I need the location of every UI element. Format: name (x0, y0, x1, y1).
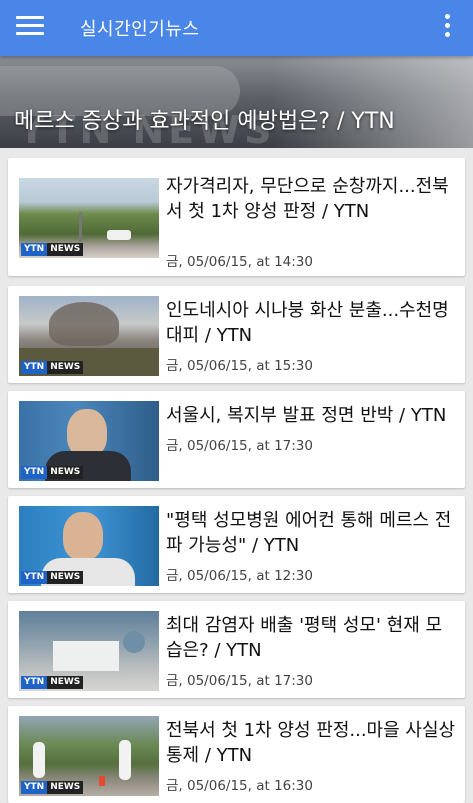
news-thumbnail: YTN NEWS (19, 611, 159, 691)
ytn-news-logo: YTN NEWS (21, 571, 84, 584)
news-thumbnail: YTN NEWS (19, 178, 159, 258)
news-meta: 금, 05/06/15, at 12:30 (166, 568, 313, 584)
more-vert-icon[interactable] (441, 12, 453, 40)
ytn-news-logo: YTN NEWS (21, 466, 84, 479)
news-meta: 금, 05/06/15, at 17:30 (166, 438, 313, 454)
news-thumbnail: YTN NEWS (19, 401, 159, 481)
news-thumbnail: YTN NEWS (19, 716, 159, 796)
news-card[interactable]: YTN NEWS "평택 성모병원 에어컨 통해 메르스 전파 가능성" / YT… (8, 496, 465, 593)
news-card[interactable]: YTN NEWS 최대 감염자 배출 '평택 성모' 현재 모습은? / YTN … (8, 601, 465, 698)
news-meta: 금, 05/06/15, at 16:30 (166, 778, 313, 794)
news-title[interactable]: 서울시, 복지부 발표 정면 반박 / YTN (166, 403, 458, 428)
app-bar: 실시간인기뉴스 (0, 0, 473, 56)
news-title[interactable]: "평택 성모병원 에어컨 통해 메르스 전파 가능성" / YTN (166, 508, 458, 558)
menu-icon[interactable] (16, 14, 46, 40)
news-title[interactable]: 전북서 첫 1차 양성 판정...마을 사실상 통제 / YTN (166, 718, 458, 768)
ytn-news-logo: YTN NEWS (21, 676, 84, 689)
news-meta: 금, 05/06/15, at 14:30 (166, 254, 313, 270)
news-thumbnail: YTN NEWS (19, 506, 159, 586)
news-title[interactable]: 인도네시아 시나붕 화산 분출...수천명 대피 / YTN (166, 298, 458, 348)
ytn-news-logo: YTN NEWS (21, 781, 84, 794)
news-card[interactable]: YTN NEWS 자가격리자, 무단으로 순창까지...전북서 첫 1차 양성 판… (8, 158, 465, 276)
ytn-news-logo: YTN NEWS (21, 361, 84, 374)
news-title[interactable]: 최대 감염자 배출 '평택 성모' 현재 모습은? / YTN (166, 613, 458, 663)
news-meta: 금, 05/06/15, at 17:30 (166, 673, 313, 689)
ytn-news-logo: YTN NEWS (21, 243, 84, 256)
news-title[interactable]: 자가격리자, 무단으로 순창까지...전북서 첫 1차 양성 판정 / YTN (166, 174, 458, 224)
news-thumbnail: YTN NEWS (19, 296, 159, 376)
app-title: 실시간인기뉴스 (80, 19, 200, 40)
news-card[interactable]: YTN NEWS 서울시, 복지부 발표 정면 반박 / YTN 금, 05/06… (8, 391, 465, 488)
news-card[interactable]: YTN NEWS 인도네시아 시나붕 화산 분출...수천명 대피 / YTN 금… (8, 286, 465, 383)
news-card[interactable]: YTN NEWS 전북서 첫 1차 양성 판정...마을 사실상 통제 / YTN… (8, 706, 465, 803)
hero-title[interactable]: 메르스 증상과 효과적인 예방법은? / YTN (14, 103, 395, 135)
news-meta: 금, 05/06/15, at 15:30 (166, 358, 313, 374)
